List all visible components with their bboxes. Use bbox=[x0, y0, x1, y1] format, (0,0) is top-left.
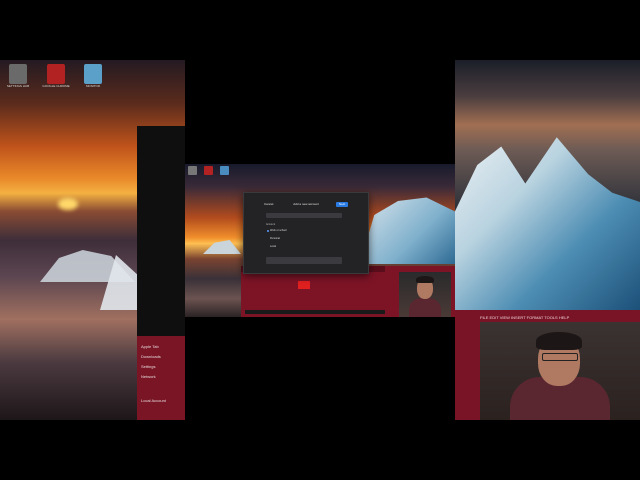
app-logo bbox=[298, 281, 310, 289]
sidebar-item[interactable]: Settings bbox=[141, 364, 155, 369]
sun bbox=[58, 198, 78, 210]
center-screen-panel: Cancel Add a new account Next Account Wo… bbox=[185, 164, 455, 317]
iceberg bbox=[455, 137, 640, 313]
left-app-window: Apple Tab Downloads Settings Network Loc… bbox=[137, 126, 185, 420]
left-screen-panel: SETTINGS HUB GOOGLE CHROME MONITOR Apple… bbox=[0, 60, 185, 420]
sidebar-item[interactable]: Network bbox=[141, 374, 156, 379]
app-icon bbox=[47, 64, 65, 84]
webcam-overlay bbox=[399, 272, 451, 317]
person-hair bbox=[536, 332, 582, 350]
radio-button[interactable] bbox=[267, 230, 269, 232]
option-label[interactable]: Personal bbox=[270, 237, 280, 240]
sidebar-item[interactable]: Downloads bbox=[141, 354, 161, 359]
add-account-dialog: Cancel Add a new account Next Account Wo… bbox=[243, 192, 369, 274]
option-label[interactable]: Local bbox=[270, 245, 276, 248]
dialog-title: Add a new account bbox=[293, 202, 319, 206]
chart-icon[interactable] bbox=[220, 166, 229, 175]
person-hair bbox=[416, 276, 434, 283]
account-type-select[interactable] bbox=[266, 257, 342, 264]
iceberg bbox=[360, 197, 455, 264]
person-shirt bbox=[409, 298, 441, 317]
ice-floe bbox=[203, 240, 241, 254]
account-name-input[interactable] bbox=[266, 213, 342, 218]
desktop-icon-settings[interactable]: SETTINGS HUB bbox=[4, 64, 32, 88]
webcam-overlay bbox=[480, 322, 640, 420]
sidebar-panel: Apple Tab Downloads Settings Network Loc… bbox=[137, 336, 185, 420]
desktop-icon-chrome[interactable]: GOOGLE CHROME bbox=[42, 64, 70, 88]
option-label[interactable]: Work or school bbox=[270, 229, 287, 232]
glasses bbox=[542, 353, 578, 361]
sidebar-item[interactable]: Apple Tab bbox=[141, 344, 159, 349]
document-icon bbox=[9, 64, 27, 84]
app-menubar[interactable]: FILE EDIT VIEW INSERT FORMAT TOOLS HELP bbox=[480, 315, 569, 320]
right-screen-panel: FILE EDIT VIEW INSERT FORMAT TOOLS HELP bbox=[455, 60, 640, 420]
desktop-icon-monitor[interactable]: MONITOR bbox=[79, 64, 107, 88]
section-label: Account bbox=[266, 223, 276, 226]
chart-icon bbox=[84, 64, 102, 84]
next-button[interactable]: Next bbox=[336, 202, 348, 207]
app-icon[interactable] bbox=[204, 166, 213, 175]
sidebar-item[interactable]: Local Account bbox=[141, 398, 166, 403]
taskbar bbox=[245, 310, 385, 314]
document-icon[interactable] bbox=[188, 166, 197, 175]
